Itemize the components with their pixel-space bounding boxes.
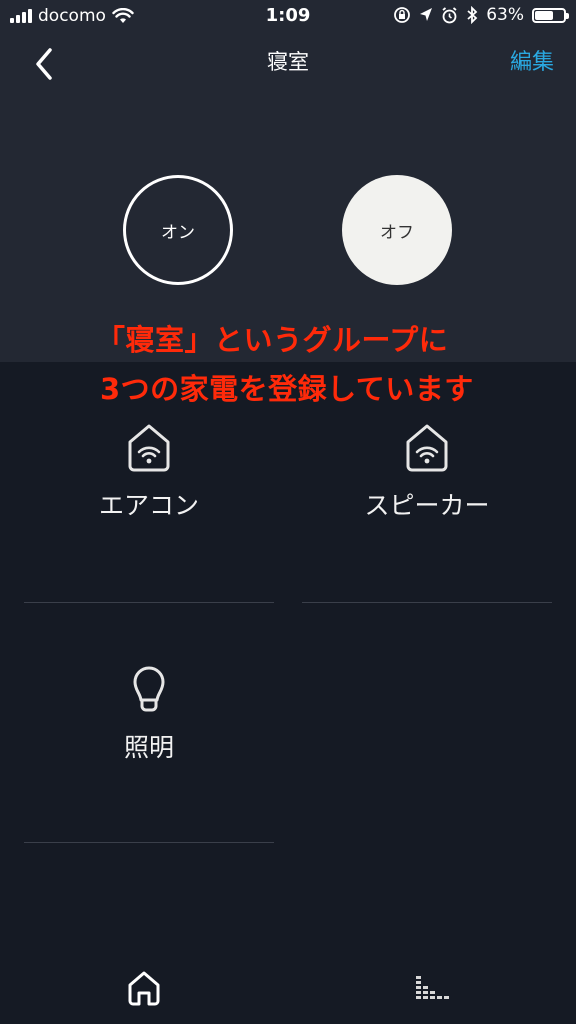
device-label: スピーカー	[364, 491, 490, 520]
smart-home-icon	[128, 424, 170, 472]
screen: docomo 1:09 63% 寝室 編集 オン オフ 「寝室」というグループに…	[0, 0, 576, 1024]
on-button[interactable]: オン	[123, 175, 233, 285]
page-title: 寝室	[267, 50, 309, 74]
device-label: エアコン	[98, 491, 199, 520]
on-button-label: オン	[161, 222, 195, 243]
off-button-label: オフ	[380, 222, 414, 243]
battery-level	[535, 10, 553, 20]
alarm-icon	[442, 6, 457, 23]
device-label: 照明	[123, 733, 174, 762]
tab-activity[interactable]	[402, 958, 462, 1018]
home-icon	[128, 971, 160, 1006]
annotation-line-2: 3つの家電を登録しています	[100, 372, 474, 406]
status-bar: docomo 1:09 63%	[0, 0, 576, 34]
status-right: 63%	[393, 5, 569, 25]
activity-icon	[416, 976, 449, 999]
device-tile-light[interactable]: 照明	[24, 660, 274, 764]
battery-icon	[532, 7, 569, 23]
device-tile-aircon[interactable]: エアコン	[24, 422, 274, 522]
divider	[24, 842, 274, 843]
device-tile-speaker[interactable]: スピーカー	[302, 422, 552, 522]
divider	[302, 602, 552, 603]
divider	[24, 602, 274, 603]
annotation-line-1: 「寝室」というグループに	[96, 323, 449, 357]
tab-home[interactable]	[114, 958, 174, 1018]
battery-percent: 63%	[486, 5, 524, 25]
edit-button[interactable]: 編集	[510, 44, 554, 76]
rotation-lock-icon	[394, 7, 411, 23]
off-button[interactable]: オフ	[342, 175, 452, 285]
location-icon	[420, 8, 433, 21]
bluetooth-icon	[467, 6, 478, 24]
smart-home-icon	[406, 424, 448, 472]
light-bulb-icon	[133, 666, 165, 712]
